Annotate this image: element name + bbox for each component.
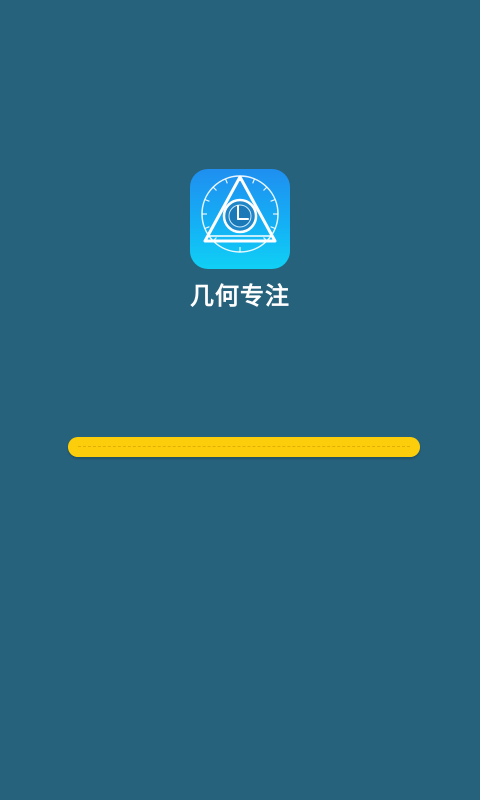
progress-fill bbox=[68, 437, 420, 457]
app-name-label: 几何专注 bbox=[190, 282, 290, 310]
progress-stitch-line bbox=[78, 446, 410, 447]
app-logo-icon bbox=[190, 169, 290, 269]
loading-progress-bar bbox=[68, 437, 420, 457]
